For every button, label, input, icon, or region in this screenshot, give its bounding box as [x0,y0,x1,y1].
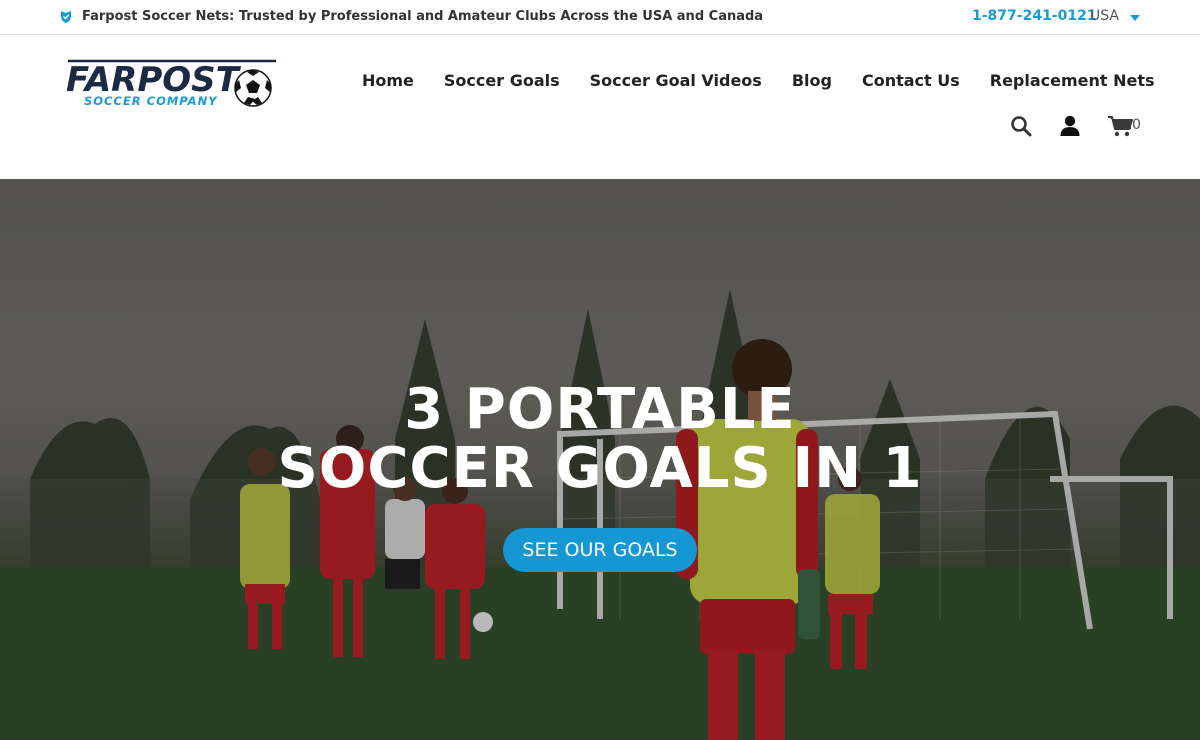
shield-check-icon [61,11,71,23]
nav-blog[interactable]: Blog [792,71,832,90]
see-our-goals-button[interactable]: SEE OUR GOALS [503,528,697,572]
cart-icon[interactable] [1108,115,1134,137]
phone-link[interactable]: 1-877-241-0121 [972,8,1097,24]
tagline-text: Farpost Soccer Nets: Trusted by Professi… [82,9,764,24]
site-header: FARPOST SOCCER COMPANY Home Soccer Goals… [0,35,1200,179]
chevron-down-icon[interactable] [1130,15,1140,21]
top-announcement-bar: Farpost Soccer Nets: Trusted by Professi… [0,0,1200,35]
nav-replacement-nets[interactable]: Replacement Nets [990,71,1155,90]
country-selector[interactable]: USA [1090,8,1119,24]
farpost-logo[interactable]: FARPOST SOCCER COMPANY [64,59,280,111]
nav-home[interactable]: Home [362,71,414,90]
hero-headline-line1: 3 PORTABLE [404,377,796,442]
main-navigation: Home Soccer Goals Soccer Goal Videos Blo… [362,71,1155,90]
soccer-ball-icon [234,69,272,107]
hero-banner: 3 PORTABLE SOCCER GOALS IN 1 SEE OUR GOA… [0,179,1200,740]
hero-headline-line2: SOCCER GOALS IN 1 [277,436,923,501]
nav-soccer-goal-videos[interactable]: Soccer Goal Videos [590,71,762,90]
nav-contact-us[interactable]: Contact Us [862,71,960,90]
user-icon[interactable] [1060,115,1080,137]
nav-soccer-goals[interactable]: Soccer Goals [444,71,560,90]
search-icon[interactable] [1010,115,1032,137]
logo-subtext: SOCCER COMPANY [84,94,218,108]
cart-count: 0 [1132,117,1141,133]
